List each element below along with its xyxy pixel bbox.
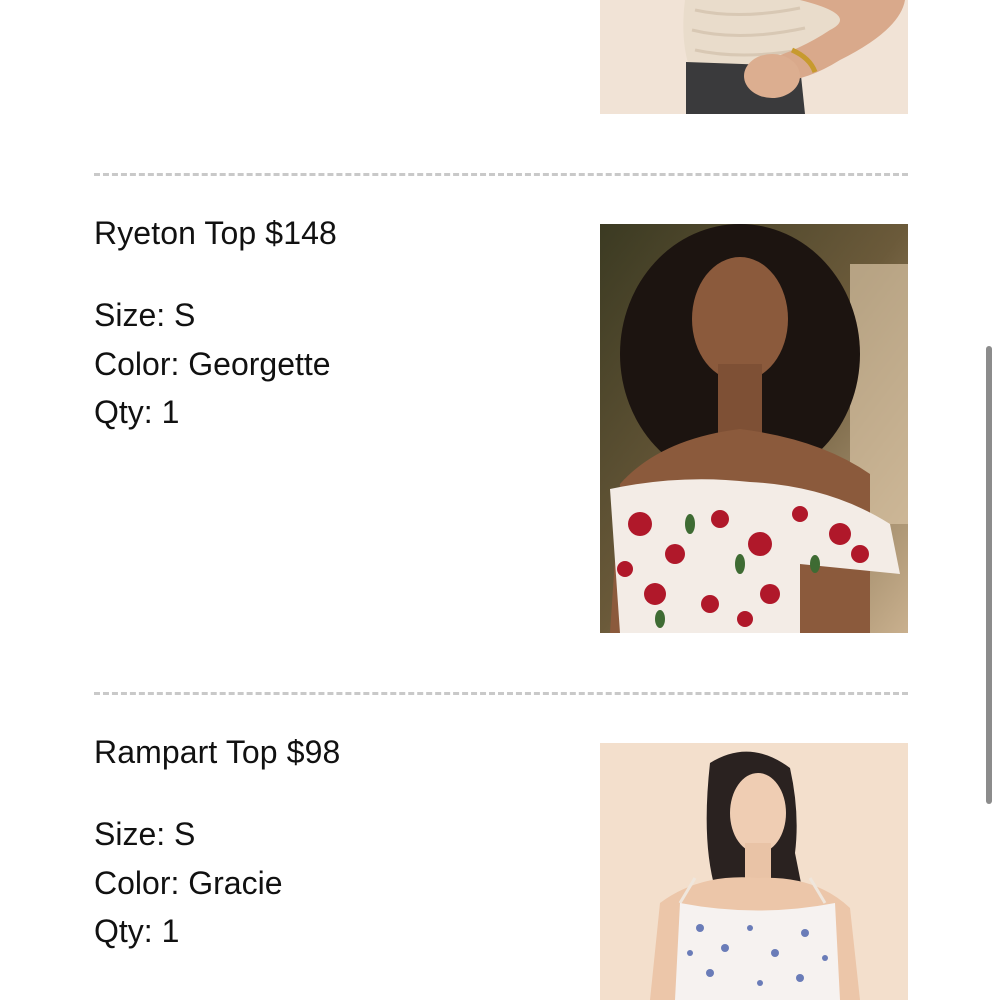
item-divider <box>94 692 908 695</box>
item-name: Rampart Top <box>94 734 278 770</box>
rampart-top-photo-art <box>600 743 908 1000</box>
item-qty: Qty: 1 <box>94 394 180 430</box>
item-price: $148 <box>265 215 337 251</box>
product-image-ryeton-top[interactable] <box>600 224 908 633</box>
item-qty: Qty: 1 <box>94 913 180 949</box>
item-price: $98 <box>286 734 341 770</box>
product-image-rampart-top[interactable] <box>600 743 908 1000</box>
item-color: Color: Gracie <box>94 865 283 901</box>
item-title[interactable]: Ryeton Top $148 <box>94 214 337 252</box>
item-name: Ryeton Top <box>94 215 257 251</box>
item-size: Size: S <box>94 297 196 333</box>
product-image-beige-top[interactable] <box>600 0 908 114</box>
item-size: Size: S <box>94 816 196 852</box>
item-title[interactable]: Rampart Top $98 <box>94 733 340 771</box>
order-items-page: Ryeton Top $148 Size: S Color: Georgette … <box>0 0 1000 1000</box>
beige-top-photo-art <box>600 0 908 114</box>
item-color: Color: Georgette <box>94 346 331 382</box>
item-divider <box>94 173 908 176</box>
vertical-scrollbar[interactable] <box>982 0 996 1000</box>
scrollbar-thumb[interactable] <box>986 346 992 804</box>
ryeton-top-photo-art <box>600 224 908 633</box>
